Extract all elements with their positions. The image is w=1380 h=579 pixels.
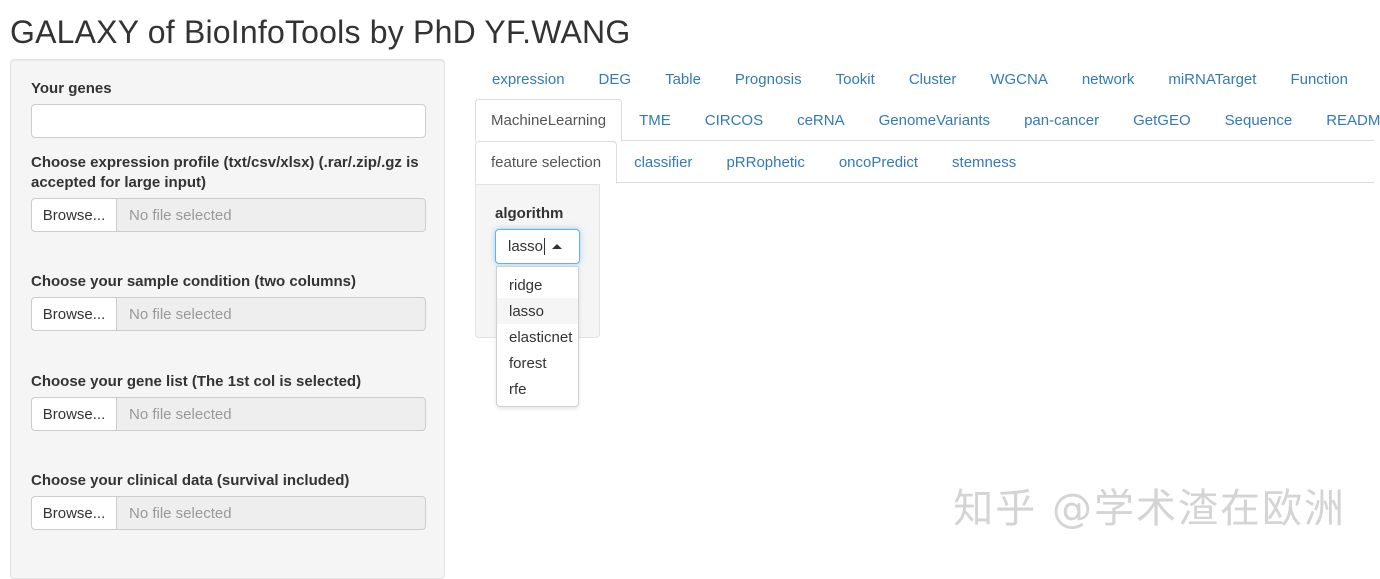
app-title: GALAXY of BioInfoTools by PhD YF.WANG [10,14,631,50]
sub-tab-row: feature selection classifier pRRophetic onc… [475,141,1374,184]
main-tab-row-2: MachineLearning TME CIRCOS ceRNA GenomeVaria… [475,99,1380,142]
tab-circos[interactable]: CIRCOS [688,99,780,141]
algorithm-option-forest[interactable]: forest [497,350,578,376]
tab-genomevariants[interactable]: GenomeVariants [862,99,1007,141]
gene-list-file-name: No file selected [117,397,426,431]
tab-oncopredict[interactable]: oncoPredict [822,141,935,183]
sample-file-name: No file selected [117,297,426,331]
tab-function[interactable]: Function [1273,58,1365,100]
tab-deg[interactable]: DEG [582,58,649,100]
clinical-file-input[interactable]: Browse... No file selected [31,496,426,530]
algorithm-option-elasticnet[interactable]: elasticnet [497,324,578,350]
tab-mirnatarget[interactable]: miRNATarget [1151,58,1273,100]
tab-pan-cancer[interactable]: pan-cancer [1007,99,1116,141]
expression-file-name: No file selected [117,198,426,232]
algorithm-selected-value: lasso [508,238,544,255]
tab-tookit[interactable]: Tookit [819,58,892,100]
gene-list-label: Choose your gene list (The 1st col is se… [31,373,362,390]
tab-feature-selection[interactable]: feature selection [475,141,618,184]
tab-tme[interactable]: TME [622,99,688,141]
tab-getgeo[interactable]: GetGEO [1116,99,1208,141]
genes-input[interactable] [31,104,426,138]
algorithm-option-lasso[interactable]: lasso [497,298,578,324]
text-cursor [544,238,546,255]
genes-label: Your genes [31,80,112,97]
tab-cluster[interactable]: Cluster [892,58,974,100]
expression-browse-button[interactable]: Browse... [31,198,117,232]
tab-cerna[interactable]: ceRNA [780,99,862,141]
tab-table[interactable]: Table [648,58,718,100]
clinical-data-label: Choose your clinical data (survival incl… [31,472,350,489]
tab-expression[interactable]: expression [475,58,582,100]
tab-wgcna[interactable]: WGCNA [973,58,1065,100]
expression-file-input[interactable]: Browse... No file selected [31,198,426,232]
watermark: 知乎 @学术渣在欧洲 [953,486,1346,532]
algorithm-dropdown-menu: ridge lasso elasticnet forest rfe [496,266,579,407]
tab-machinelearning[interactable]: MachineLearning [475,99,623,142]
tab-sequence[interactable]: Sequence [1208,99,1310,141]
clinical-browse-button[interactable]: Browse... [31,496,117,530]
caret-up-icon[interactable] [552,244,562,249]
algorithm-select[interactable]: lasso [495,229,580,264]
expression-profile-label: Choose expression profile (txt/csv/xlsx)… [31,154,419,191]
algorithm-label: algorithm [495,205,564,222]
gene-list-file-input[interactable]: Browse... No file selected [31,397,426,431]
sample-file-input[interactable]: Browse... No file selected [31,297,426,331]
tab-prognosis[interactable]: Prognosis [718,58,819,100]
algorithm-option-rfe[interactable]: rfe [497,376,578,402]
tab-stemness[interactable]: stemness [935,141,1033,183]
tab-readme[interactable]: README [1309,99,1380,141]
algorithm-option-ridge[interactable]: ridge [497,272,578,298]
sidebar-panel: Your genes Choose expression profile (tx… [10,59,445,579]
tab-network[interactable]: network [1065,58,1152,100]
tab-classifier[interactable]: classifier [617,141,709,183]
sample-browse-button[interactable]: Browse... [31,297,117,331]
clinical-file-name: No file selected [117,496,426,530]
sample-condition-label: Choose your sample condition (two column… [31,273,357,290]
main-tab-row-1: expression DEG Table Prognosis Tookit Cluster… [475,58,1374,100]
tab-prrophetic[interactable]: pRRophetic [709,141,821,183]
gene-list-browse-button[interactable]: Browse... [31,397,117,431]
